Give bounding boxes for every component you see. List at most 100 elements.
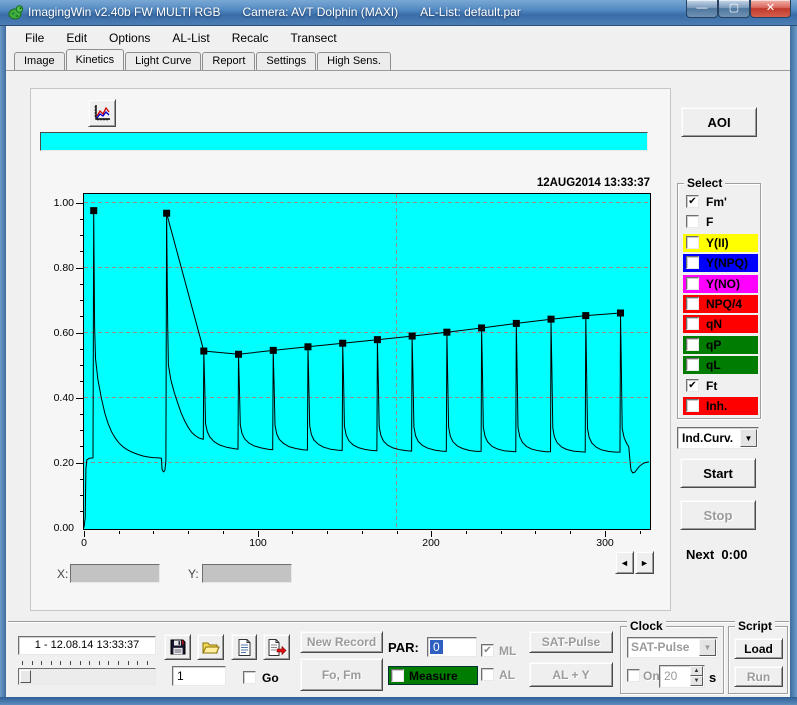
menu-item-transect[interactable]: Transect: [281, 29, 345, 47]
previous-record-button[interactable]: ◄: [615, 551, 634, 574]
select-row-yno: Y(NO): [683, 274, 758, 293]
clock-group: Clock SAT-Pulse ▼ On 20 ▲ ▼ s: [620, 619, 724, 694]
minimize-button[interactable]: —: [686, 0, 718, 18]
measure-checkbox[interactable]: [391, 669, 404, 682]
start-button[interactable]: Start: [680, 458, 756, 488]
spinner-down-icon[interactable]: ▼: [690, 676, 703, 686]
tab-light-curve[interactable]: Light Curve: [125, 52, 202, 70]
channel-checkbox-yii[interactable]: [686, 235, 699, 249]
kinetics-plot[interactable]: [83, 193, 651, 530]
load-script-button[interactable]: Load: [734, 638, 783, 659]
script-group: Script Load Run: [728, 619, 788, 694]
report-button[interactable]: [231, 634, 257, 660]
slider-tick: [70, 661, 71, 665]
clock-group-title: Clock: [627, 619, 666, 633]
channel-checkbox-fm[interactable]: ✔: [686, 195, 699, 208]
clock-mode-dropdown[interactable]: SAT-Pulse ▼: [627, 637, 718, 658]
kinetics-graph-icon: [94, 105, 110, 121]
go-checkbox[interactable]: [243, 671, 256, 684]
tab-report[interactable]: Report: [202, 52, 256, 70]
tab-image[interactable]: Image: [14, 52, 65, 70]
maximize-button[interactable]: ▢: [718, 0, 750, 18]
record-datetime-label: 12AUG2014 13:33:37: [536, 177, 650, 189]
channel-checkbox-ql[interactable]: [686, 358, 699, 372]
measure-toggle[interactable]: Measure: [388, 666, 478, 685]
channel-checkbox-ynpq[interactable]: [686, 256, 699, 270]
select-group: Select ✔ Fm' F Y(II) Y(NPQ) Y(NO) NPQ/4 qN qP qL ✔…: [677, 176, 761, 419]
slider-tick: [137, 661, 139, 665]
fo-fm-button[interactable]: Fo, Fm: [300, 658, 383, 691]
channel-checkbox-inh[interactable]: [686, 399, 699, 412]
x-axis-label: 300: [596, 537, 614, 549]
close-button[interactable]: ✕: [750, 0, 791, 18]
record-number-field[interactable]: 1: [172, 666, 226, 686]
save-icon: [170, 639, 185, 655]
menu-item-recalc[interactable]: Recalc: [223, 29, 278, 47]
open-button[interactable]: [197, 634, 224, 660]
graph-tool-button[interactable]: [88, 99, 116, 127]
x-axis-label: 100: [249, 537, 267, 549]
channel-checkbox-f[interactable]: [686, 215, 699, 229]
window-border-left: [0, 26, 6, 697]
x-axis-label: 0: [81, 537, 87, 549]
channel-label: F: [706, 215, 714, 230]
channel-checkbox-qn[interactable]: [686, 317, 699, 331]
slider-tick: [146, 661, 148, 665]
y-axis-tick: [80, 300, 83, 301]
y-axis-tick: [76, 398, 83, 399]
tab-settings[interactable]: Settings: [256, 52, 317, 70]
x-axis-tick: [640, 531, 641, 534]
al-checkbox[interactable]: [481, 668, 494, 681]
channel-checkbox-qp[interactable]: [686, 337, 699, 351]
select-row-ft: ✔ Ft: [683, 377, 758, 395]
clock-unit-label: s: [709, 670, 717, 685]
go-label: Go: [262, 671, 279, 685]
record-slider[interactable]: [18, 668, 156, 685]
stop-button[interactable]: Stop: [680, 500, 756, 530]
next-countdown-value: 0:00: [721, 547, 748, 562]
chevron-down-icon[interactable]: ▼: [740, 429, 757, 447]
channel-checkbox-ft[interactable]: ✔: [686, 378, 699, 392]
sat-pulse-button[interactable]: SAT-Pulse: [529, 631, 613, 653]
select-row-qp: qP: [683, 335, 758, 354]
menu-bar: File Edit Options AL-List Recalc Transect: [6, 27, 790, 48]
x-axis-tick: [327, 531, 328, 534]
y-axis-tick: [76, 268, 83, 269]
spinner-up-icon[interactable]: ▲: [690, 666, 703, 676]
next-record-button[interactable]: ►: [635, 551, 654, 574]
tab-kinetics[interactable]: Kinetics: [65, 49, 125, 70]
curve-mode-dropdown[interactable]: Ind.Curv. ▼: [677, 427, 759, 449]
x-axis-tick: [119, 531, 120, 534]
channel-checkbox-yno[interactable]: [686, 276, 699, 290]
channel-label: Y(NO): [706, 276, 740, 291]
channel-label: NPQ/4: [706, 297, 743, 311]
par-field[interactable]: 0: [427, 637, 477, 657]
clock-on-checkbox[interactable]: [627, 669, 640, 682]
menu-item-options[interactable]: Options: [100, 29, 159, 47]
export-button[interactable]: [263, 634, 290, 660]
aoi-button[interactable]: AOI: [681, 107, 757, 137]
chevron-down-icon[interactable]: ▼: [699, 639, 716, 656]
select-row-fm: ✔ Fm': [683, 193, 758, 211]
menu-item-al-list[interactable]: AL-List: [163, 29, 218, 47]
tab-high-sens-[interactable]: High Sens.: [317, 52, 391, 70]
ml-checkbox[interactable]: ✔: [481, 644, 494, 657]
al-label: AL: [499, 668, 515, 682]
select-group-title: Select: [684, 176, 726, 190]
measure-label: Measure: [409, 669, 458, 683]
menu-item-file[interactable]: File: [16, 29, 53, 47]
record-title-field[interactable]: 1 - 12.08.14 13:33:37: [18, 636, 156, 655]
select-row-f: F: [683, 213, 758, 231]
save-button[interactable]: [164, 634, 191, 660]
select-row-ynpq: Y(NPQ): [683, 254, 758, 273]
x-axis-tick: [501, 531, 502, 534]
menu-item-edit[interactable]: Edit: [57, 29, 96, 47]
x-readout-label: X:: [57, 567, 69, 581]
y-axis-tick: [80, 284, 83, 285]
al-plus-y-button[interactable]: AL + Y: [529, 662, 613, 687]
channel-checkbox-npq4[interactable]: [686, 297, 699, 310]
new-record-button[interactable]: New Record: [300, 631, 383, 653]
slider-tick: [118, 661, 119, 665]
record-slider-thumb[interactable]: [20, 670, 31, 683]
run-script-button[interactable]: Run: [734, 666, 783, 687]
